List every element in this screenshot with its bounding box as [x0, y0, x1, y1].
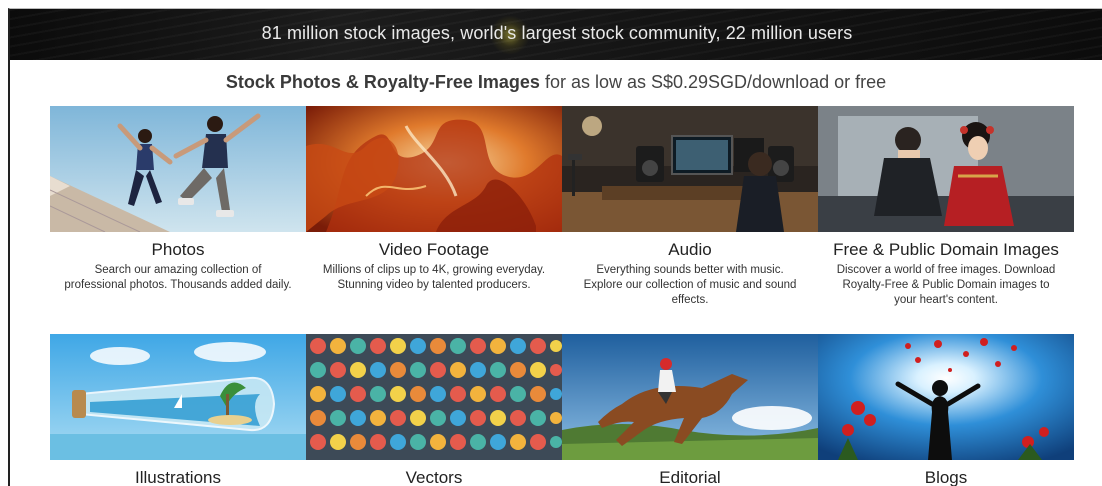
subtitle-bold: Stock Photos & Royalty-Free Images: [225, 72, 540, 92]
banner-tagline: 81 million stock images, world's largest…: [261, 23, 853, 43]
category-description: Discover a world of free images. Downloa…: [836, 264, 1056, 306]
editorial-thumbnail[interactable]: [562, 334, 818, 460]
category-title[interactable]: Audio: [562, 240, 818, 260]
category-tile-vectors[interactable]: Vectors: [306, 334, 562, 486]
audio-thumbnail[interactable]: [562, 106, 818, 232]
illustrations-image: [50, 334, 306, 460]
category-tile-video-footage[interactable]: Video Footage Millions of clips up to 4K…: [306, 106, 562, 316]
hero-banner: 81 million stock images, world's largest…: [10, 9, 1102, 60]
category-tile-editorial[interactable]: Editorial: [562, 334, 818, 486]
category-title[interactable]: Illustrations: [50, 468, 306, 486]
category-tile-audio[interactable]: Audio Everything sounds better with musi…: [562, 106, 818, 316]
category-tile-illustrations[interactable]: Illustrations: [50, 334, 306, 486]
photos-thumbnail[interactable]: [50, 106, 306, 232]
category-description: Search our amazing collection of profess…: [64, 264, 292, 291]
category-tile-photos[interactable]: Photos Search our amazing collection of …: [50, 106, 306, 316]
category-title[interactable]: Editorial: [562, 468, 818, 486]
illustrations-thumbnail[interactable]: [50, 334, 306, 460]
category-title[interactable]: Vectors: [306, 468, 562, 486]
vectors-image: [306, 334, 562, 460]
category-title[interactable]: Video Footage: [306, 240, 562, 260]
category-description: Everything sounds better with music. Exp…: [583, 264, 797, 306]
page-subtitle: Stock Photos & Royalty-Free Images for a…: [10, 72, 1102, 93]
blogs-thumbnail[interactable]: [818, 334, 1074, 460]
page-frame: 81 million stock images, world's largest…: [8, 8, 1102, 486]
subtitle-rest: for as low as S$0.29SGD/download or free: [539, 72, 887, 92]
vectors-thumbnail[interactable]: [306, 334, 562, 460]
photos-image: [50, 106, 306, 232]
editorial-image: [562, 334, 818, 460]
category-title[interactable]: Photos: [50, 240, 306, 260]
category-title[interactable]: Blogs: [818, 468, 1074, 486]
category-title[interactable]: Free & Public Domain Images: [818, 240, 1074, 260]
category-description: Millions of clips up to 4K, growing ever…: [322, 264, 546, 291]
video-footage-image: [306, 106, 562, 232]
video-footage-thumbnail[interactable]: [306, 106, 562, 232]
free-images-image: [818, 106, 1074, 232]
blogs-image: [818, 334, 1074, 460]
category-tile-free-public-domain[interactable]: Free & Public Domain Images Discover a w…: [818, 106, 1074, 316]
free-images-thumbnail[interactable]: [818, 106, 1074, 232]
category-tile-blogs[interactable]: Blogs: [818, 334, 1074, 486]
audio-image: [562, 106, 818, 232]
